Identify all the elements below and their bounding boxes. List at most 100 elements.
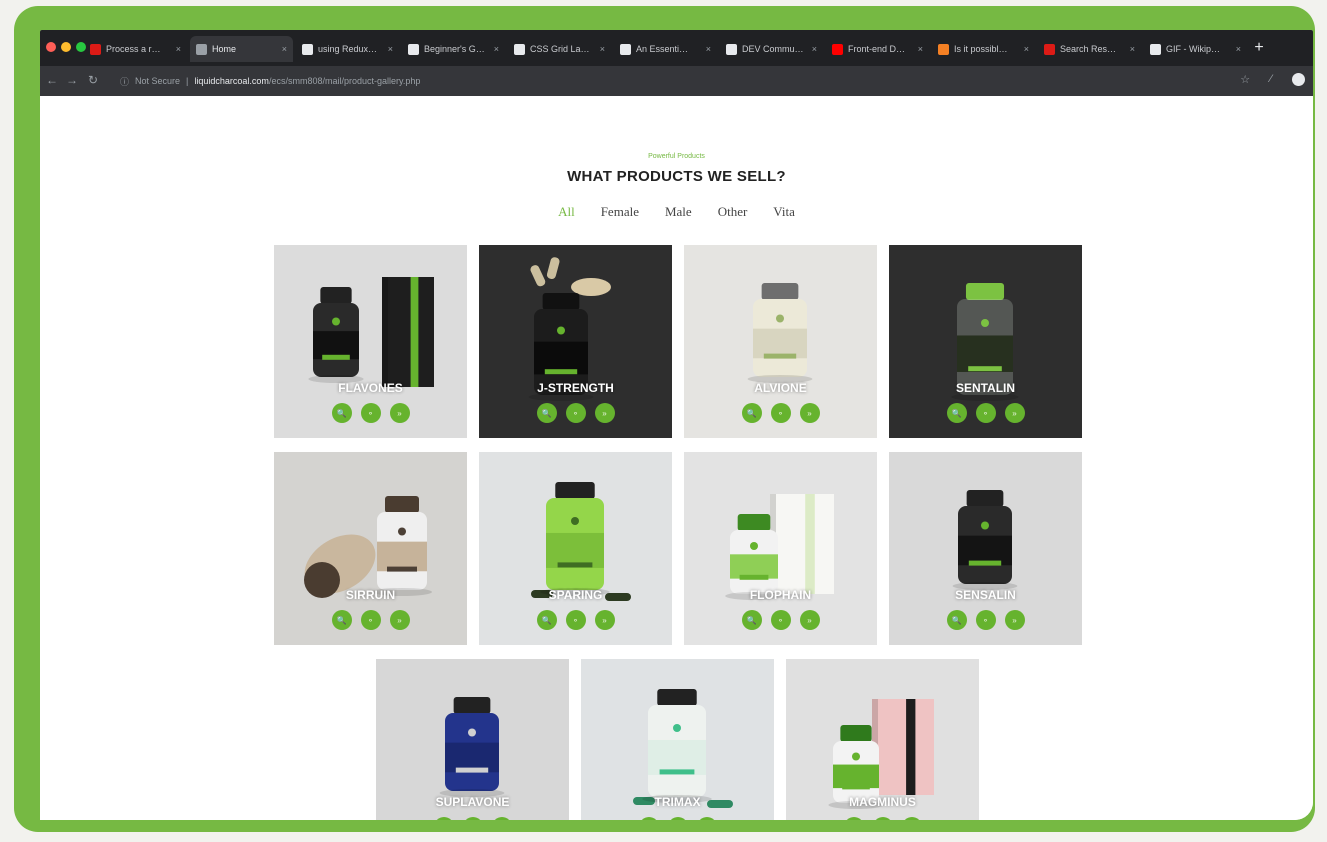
profile-avatar[interactable] xyxy=(1292,73,1305,86)
product-card[interactable]: J-STRENGTH 🔍 ⚬ » xyxy=(479,245,672,438)
link-icon[interactable]: ⚬ xyxy=(462,817,483,820)
back-arrow-icon[interactable]: ← xyxy=(46,73,58,87)
link-icon[interactable]: ⚬ xyxy=(872,817,893,820)
cart-icon[interactable]: » xyxy=(1004,610,1025,630)
close-tab-icon[interactable]: × xyxy=(918,44,923,54)
reload-icon[interactable]: ↻ xyxy=(88,73,98,87)
close-tab-icon[interactable]: × xyxy=(600,44,605,54)
cart-icon[interactable]: » xyxy=(901,817,922,820)
search-icon[interactable]: 🔍 xyxy=(741,610,762,630)
close-tab-icon[interactable]: × xyxy=(1130,44,1135,54)
link-icon[interactable]: ⚬ xyxy=(360,403,381,423)
browser-window: Process a r… × Home × using Redux… × Beginner'… xyxy=(40,30,1313,820)
minimize-window-button[interactable] xyxy=(61,42,71,52)
close-tab-icon[interactable]: × xyxy=(176,44,181,54)
new-tab-button[interactable]: + xyxy=(1250,36,1268,62)
product-card[interactable]: SENTALIN 🔍 ⚬ » xyxy=(889,245,1082,438)
link-icon[interactable]: ⚬ xyxy=(667,817,688,820)
search-icon[interactable]: 🔍 xyxy=(536,610,557,630)
supplement-jar xyxy=(372,496,432,596)
link-icon[interactable]: ⚬ xyxy=(770,610,791,630)
close-window-button[interactable] xyxy=(46,42,56,52)
link-icon[interactable]: ⚬ xyxy=(975,610,996,630)
product-card[interactable]: SUPLAVONE 🔍 ⚬ » xyxy=(376,659,569,820)
product-actions: 🔍 ⚬ » xyxy=(479,610,672,630)
search-icon[interactable]: 🔍 xyxy=(536,403,557,423)
product-gallery-page: Powerful Products WHAT PRODUCTS WE SELL?… xyxy=(40,96,1313,820)
browser-tab[interactable]: Process a r… × xyxy=(84,36,187,62)
product-card[interactable]: TRIMAX 🔍 ⚬ » xyxy=(581,659,774,820)
link-icon[interactable]: ⚬ xyxy=(975,403,996,423)
close-tab-icon[interactable]: × xyxy=(282,44,287,54)
browser-tab[interactable]: Home × xyxy=(190,36,293,62)
browser-tab[interactable]: DEV Commu… × xyxy=(720,36,823,62)
supplement-jar xyxy=(747,283,813,383)
browser-tab[interactable]: CSS Grid La… × xyxy=(508,36,611,62)
link-icon[interactable]: ⚬ xyxy=(565,610,586,630)
product-name: SIRRUIN xyxy=(345,588,396,602)
url-host: liquidcharcoal.com xyxy=(194,76,269,86)
close-tab-icon[interactable]: × xyxy=(494,44,499,54)
product-card[interactable]: SPARING 🔍 ⚬ » xyxy=(479,452,672,645)
extension-icon[interactable]: ⁄ xyxy=(1270,73,1272,86)
close-tab-icon[interactable]: × xyxy=(388,44,393,54)
search-icon[interactable]: 🔍 xyxy=(741,403,762,423)
search-icon[interactable]: 🔍 xyxy=(946,403,967,423)
cart-icon[interactable]: » xyxy=(389,610,410,630)
product-card[interactable]: ALVIONE 🔍 ⚬ » xyxy=(684,245,877,438)
cart-icon[interactable]: » xyxy=(389,403,410,423)
browser-tab[interactable]: An Essenti… × xyxy=(614,36,717,62)
product-card[interactable]: SENSALIN 🔍 ⚬ » xyxy=(889,452,1082,645)
search-icon[interactable]: 🔍 xyxy=(946,610,967,630)
category-filters: All Female Male Other Vita xyxy=(40,204,1313,220)
product-card[interactable]: MAGMINUS 🔍 ⚬ » xyxy=(786,659,979,820)
product-actions: 🔍 ⚬ » xyxy=(786,817,979,820)
product-card[interactable]: FLOPHAIN 🔍 ⚬ » xyxy=(684,452,877,645)
link-icon[interactable]: ⚬ xyxy=(770,403,791,423)
address-bar[interactable]: ⓘ Not Secure | liquidcharcoal.com/ecs/sm… xyxy=(120,71,1205,91)
bookmark-star-icon[interactable]: ☆ xyxy=(1240,73,1250,86)
search-icon[interactable]: 🔍 xyxy=(331,610,352,630)
link-icon[interactable]: ⚬ xyxy=(565,403,586,423)
capsule xyxy=(530,265,546,287)
cart-icon[interactable]: » xyxy=(594,403,615,423)
tab-strip: Process a r… × Home × using Redux… × Beginner'… xyxy=(40,30,1313,66)
tab-label: Front-end D… xyxy=(848,44,906,54)
cart-icon[interactable]: » xyxy=(594,610,615,630)
filter-vita[interactable]: Vita xyxy=(773,204,795,220)
forward-arrow-icon[interactable]: → xyxy=(66,73,78,87)
info-icon[interactable]: ⓘ xyxy=(120,75,129,88)
browser-tab[interactable]: Search Res… × xyxy=(1038,36,1141,62)
filter-male[interactable]: Male xyxy=(665,204,692,220)
filter-female[interactable]: Female xyxy=(601,204,639,220)
search-icon[interactable]: 🔍 xyxy=(331,403,352,423)
cart-icon[interactable]: » xyxy=(799,610,820,630)
cart-icon[interactable]: » xyxy=(1004,403,1025,423)
product-card[interactable]: SIRRUIN 🔍 ⚬ » xyxy=(274,452,467,645)
search-icon[interactable]: 🔍 xyxy=(638,817,659,820)
search-icon[interactable]: 🔍 xyxy=(843,817,864,820)
close-tab-icon[interactable]: × xyxy=(1024,44,1029,54)
product-actions: 🔍 ⚬ » xyxy=(889,403,1082,423)
close-tab-icon[interactable]: × xyxy=(1236,44,1241,54)
browser-tab[interactable]: Is it possibl… × xyxy=(932,36,1035,62)
tab-label: using Redux… xyxy=(318,44,378,54)
filter-other[interactable]: Other xyxy=(718,204,748,220)
cart-icon[interactable]: » xyxy=(799,403,820,423)
browser-tab[interactable]: GIF - Wikip… × xyxy=(1144,36,1247,62)
browser-tab[interactable]: Front-end D… × xyxy=(826,36,929,62)
tab-label: GIF - Wikip… xyxy=(1166,44,1220,54)
product-name: SPARING xyxy=(548,588,603,602)
product-name: MAGMINUS xyxy=(849,795,916,809)
cart-icon[interactable]: » xyxy=(491,817,512,820)
filter-all[interactable]: All xyxy=(558,204,575,220)
search-icon[interactable]: 🔍 xyxy=(433,817,454,820)
close-tab-icon[interactable]: × xyxy=(706,44,711,54)
browser-tab[interactable]: using Redux… × xyxy=(296,36,399,62)
browser-tab[interactable]: Beginner's G… × xyxy=(402,36,505,62)
product-card[interactable]: FLAVONES 🔍 ⚬ » xyxy=(274,245,467,438)
link-icon[interactable]: ⚬ xyxy=(360,610,381,630)
close-tab-icon[interactable]: × xyxy=(812,44,817,54)
cart-icon[interactable]: » xyxy=(696,817,717,820)
page-icon xyxy=(196,43,207,55)
